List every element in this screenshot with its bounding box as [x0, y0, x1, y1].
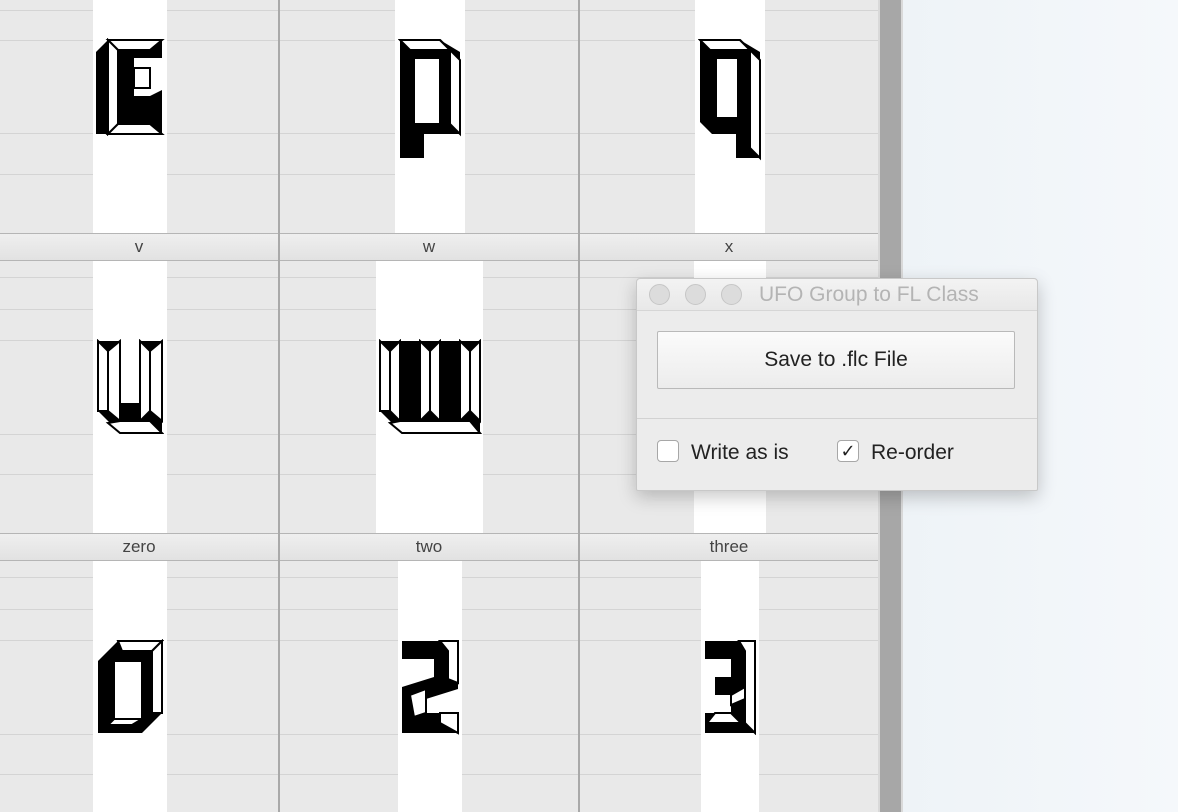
re-order-label[interactable]: Re-order: [871, 441, 954, 465]
glyph-label-three: three: [580, 533, 878, 561]
glyph-label-w: w: [280, 233, 578, 261]
ufo-group-palette-window: UFO Group to FL Class Save to .flc File …: [636, 278, 1038, 491]
glyph-c-drawing: [96, 38, 165, 136]
glyph-cell-v[interactable]: [0, 261, 278, 533]
glyph-cell-zero[interactable]: [0, 561, 278, 812]
glyph-w-drawing: [379, 339, 482, 434]
glyph-label-zero: zero: [0, 533, 278, 561]
write-as-is-label[interactable]: Write as is: [691, 441, 789, 465]
glyph-zero-drawing: [98, 639, 164, 733]
glyph-cell-w[interactable]: [280, 261, 578, 533]
glyph-v-drawing: [97, 339, 164, 434]
write-as-is-checkbox[interactable]: [657, 440, 679, 462]
grid-divider: [278, 0, 280, 812]
palette-title: UFO Group to FL Class: [759, 283, 979, 306]
glyph-p-drawing: [398, 39, 461, 158]
glyph-cell-q[interactable]: [580, 0, 878, 233]
glyph-q-drawing: [698, 39, 761, 161]
glyph-label-v: v: [0, 233, 278, 261]
palette-titlebar[interactable]: UFO Group to FL Class: [637, 279, 1037, 311]
glyph-cell-c[interactable]: [0, 0, 278, 233]
palette-divider: [637, 418, 1037, 419]
re-order-checkbox[interactable]: ✓: [837, 440, 859, 462]
minimize-window-button[interactable]: [685, 284, 706, 305]
glyph-cell-p[interactable]: [280, 0, 578, 233]
glyph-three-drawing: [704, 640, 756, 735]
glyph-two-drawing: [402, 640, 459, 735]
zoom-window-button[interactable]: [721, 284, 742, 305]
save-to-flc-file-button[interactable]: Save to .flc File: [657, 331, 1015, 389]
grid-divider: [578, 0, 580, 812]
glyph-cell-three[interactable]: [580, 561, 878, 812]
glyph-label-x: x: [580, 233, 878, 261]
glyph-label-two: two: [280, 533, 578, 561]
close-window-button[interactable]: [649, 284, 670, 305]
glyph-cell-two[interactable]: [280, 561, 578, 812]
